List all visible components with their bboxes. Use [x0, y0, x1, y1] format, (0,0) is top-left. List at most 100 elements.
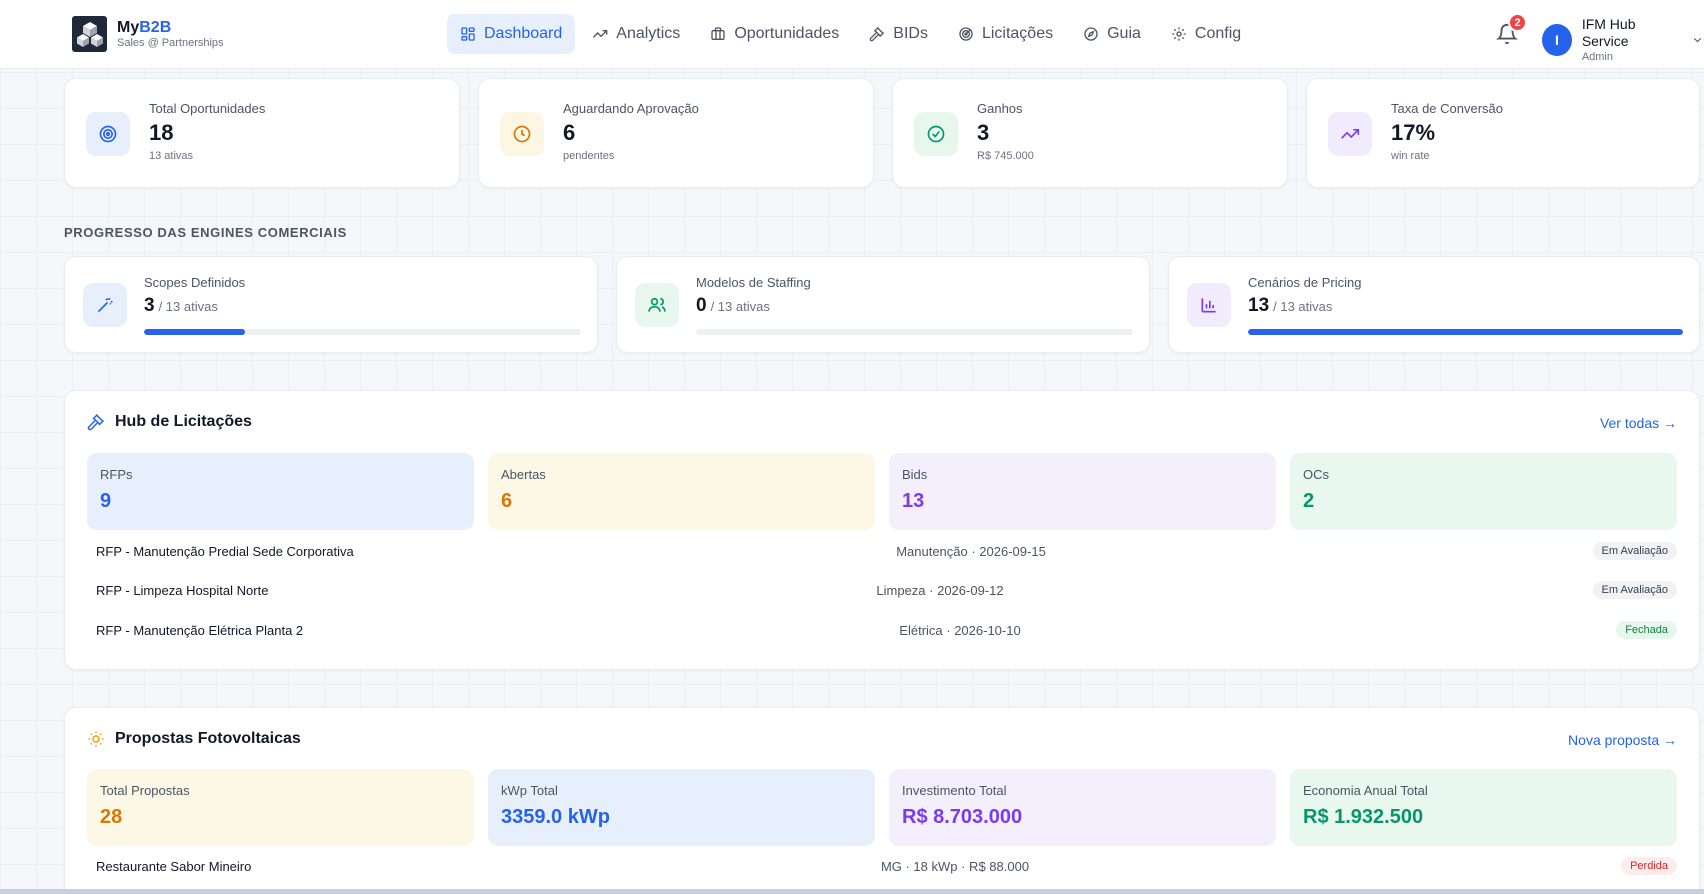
user-name: IFM Hub Service [1581, 16, 1636, 49]
notification-count-badge: 2 [1508, 13, 1527, 32]
kpi-label: Total Oportunidades [149, 101, 266, 116]
kpi-sub: pendentes [563, 150, 615, 162]
row-meta: Elétrica · 2026-10-10 [899, 622, 1021, 638]
nav-oportunidades[interactable]: Oportunidades [697, 14, 852, 54]
bar-chart-icon [1201, 298, 1216, 313]
engine-card-scopes[interactable]: Scopes Definidos 3 / 13 ativas [64, 256, 598, 353]
stat-label: Total Propostas [100, 783, 190, 798]
trending-up-icon [593, 30, 608, 38]
ver-todas-link[interactable]: Ver todas → [1600, 415, 1677, 431]
stat-rfps[interactable]: RFPs 9 [87, 453, 474, 530]
stat-value: R$ 8.703.000 [902, 806, 1023, 828]
engine-card-staffing[interactable]: Modelos de Staffing 0 / 13 ativas [616, 256, 1150, 353]
list-item[interactable]: Restaurante Sabor Mineiro MG · 18 kWp · … [96, 854, 1677, 878]
list-item[interactable]: RFP - Manutenção Elétrica Planta 2 Elétr… [96, 618, 1677, 642]
engine-card-pricing[interactable]: Cenários de Pricing 13 / 13 ativas [1168, 256, 1700, 353]
user-role: Admin [1581, 51, 1613, 63]
status-badge: Em Avaliação [1592, 542, 1677, 560]
stat-label: Abertas [501, 467, 546, 482]
stat-value: 3359.0 kWp [501, 806, 610, 828]
nav-config[interactable]: Config [1158, 14, 1254, 54]
kpi-card-aguardando-aprovacao[interactable]: Aguardando Aprovação 6 pendentes [478, 78, 874, 188]
row-meta: Limpeza · 2026-09-12 [876, 582, 1004, 598]
section-title-engines: PROGRESSO DAS ENGINES COMERCIAIS [64, 225, 347, 240]
kpi-label: Ganhos [977, 101, 1023, 116]
engine-label: Scopes Definidos [144, 275, 246, 290]
stat-total-propostas[interactable]: Total Propostas 28 [87, 769, 474, 846]
status-badge: Em Avaliação [1592, 581, 1677, 599]
engine-total: / 13 ativas [1273, 299, 1333, 314]
user-menu[interactable]: I IFM Hub Service Admin [1542, 16, 1704, 64]
target-icon [99, 125, 117, 143]
stat-label: OCs [1303, 467, 1329, 482]
stat-investimento-total[interactable]: Investimento Total R$ 8.703.000 [889, 769, 1276, 846]
list-item[interactable]: RFP - Limpeza Hospital Norte Limpeza · 2… [96, 578, 1677, 602]
kpi-card-ganhos[interactable]: Ganhos 3 R$ 745.000 [892, 78, 1288, 188]
nav-guia[interactable]: Guia [1070, 14, 1154, 54]
stat-kwp-total[interactable]: kWp Total 3359.0 kWp [488, 769, 875, 846]
kpi-icon-box [914, 112, 958, 156]
panel-title: Propostas Fotovoltaicas [115, 730, 301, 747]
panel-propostas-fotovoltaicas: Propostas Fotovoltaicas Nova proposta → … [64, 707, 1700, 894]
stat-value: 9 [100, 490, 112, 512]
nav-dashboard[interactable]: Dashboard [447, 14, 576, 54]
stat-label: Bids [902, 467, 928, 482]
stat-label: RFPs [100, 467, 133, 482]
kpi-label: Aguardando Aprovação [563, 101, 699, 116]
gavel-icon [87, 413, 105, 431]
nova-proposta-link[interactable]: Nova proposta → [1568, 732, 1677, 748]
dashboard-icon [461, 27, 475, 41]
kpi-icon-box [500, 112, 544, 156]
gavel-icon [869, 26, 885, 42]
progress-fill [1248, 329, 1683, 335]
nav-bids[interactable]: BIDs [856, 14, 941, 54]
engine-total: / 13 ativas [710, 299, 770, 314]
kpi-card-taxa-conversao[interactable]: Taxa de Conversão 17% win rate [1306, 78, 1700, 188]
panel-hub-licitacoes: Hub de Licitações Ver todas → RFPs 9 Abe… [64, 390, 1700, 670]
stat-ocs[interactable]: OCs 2 [1290, 453, 1677, 530]
stat-label: Investimento Total [902, 783, 1007, 798]
stat-value: 28 [100, 806, 123, 828]
engine-icon-box [635, 283, 679, 327]
nav-licitacoes[interactable]: Licitações [945, 14, 1066, 54]
users-icon [648, 297, 666, 312]
engine-label: Modelos de Staffing [696, 275, 811, 290]
engine-value: 3 [144, 295, 155, 316]
row-meta: MG · 18 kWp · R$ 88.000 [880, 858, 1030, 874]
briefcase-icon [711, 27, 725, 40]
row-title: RFP - Manutenção Elétrica Planta 2 [96, 622, 304, 638]
row-meta: Manutenção · 2026-09-15 [896, 543, 1046, 559]
clock-icon [513, 125, 531, 143]
nav-label: Oportunidades [734, 25, 840, 42]
kpi-value: 6 [563, 120, 576, 145]
stat-abertas[interactable]: Abertas 6 [488, 453, 875, 530]
nav-analytics[interactable]: Analytics [579, 14, 693, 54]
stat-bids[interactable]: Bids 13 [889, 453, 1276, 530]
brand-name: MyB2B [117, 18, 172, 36]
progress-bar [144, 329, 581, 335]
stat-value: R$ 1.932.500 [1303, 806, 1424, 828]
panel-title: Hub de Licitações [115, 413, 252, 430]
kpi-value: 18 [149, 120, 174, 145]
kpi-card-total-oportunidades[interactable]: Total Oportunidades 18 13 ativas [64, 78, 460, 188]
compass-icon [1084, 27, 1098, 41]
stat-economia-anual[interactable]: Economia Anual Total R$ 1.932.500 [1290, 769, 1677, 846]
brand[interactable]: MyB2B Sales @ Partnerships [72, 16, 224, 52]
sun-icon [88, 731, 104, 747]
kpi-icon-box [1328, 112, 1372, 156]
list-item[interactable]: RFP - Manutenção Predial Sede Corporativ… [96, 539, 1677, 563]
progress-bar [1248, 329, 1683, 335]
stat-label: Economia Anual Total [1303, 783, 1428, 798]
kpi-icon-box [86, 112, 130, 156]
row-title: Restaurante Sabor Mineiro [96, 858, 252, 874]
nav-label: Licitações [981, 25, 1054, 42]
progress-fill [144, 329, 245, 335]
stat-value: 6 [501, 490, 513, 512]
kpi-sub: R$ 745.000 [977, 150, 1034, 162]
horizontal-scrollbar[interactable] [0, 889, 1704, 894]
engine-total: / 13 ativas [158, 299, 218, 314]
row-title: RFP - Limpeza Hospital Norte [96, 582, 269, 598]
nav-label: Guia [1107, 25, 1141, 42]
status-badge: Perdida [1621, 857, 1677, 875]
engine-value: 0 [696, 295, 707, 316]
